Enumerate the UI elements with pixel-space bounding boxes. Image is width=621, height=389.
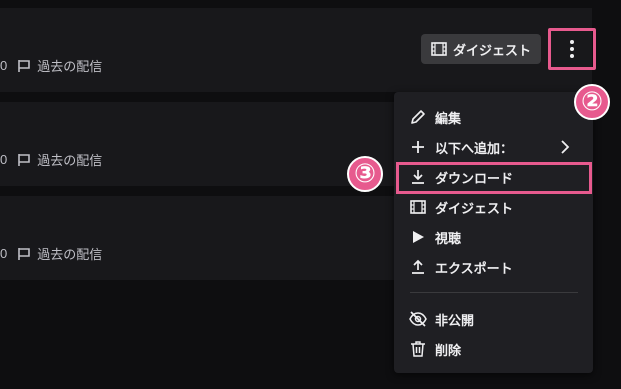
row-meta: 0 過去の配信 [0, 150, 102, 169]
menu-item-label: エクスポート [435, 260, 513, 276]
menu-item-add-to[interactable]: 以下へ追加： [394, 132, 593, 162]
video-row: 0 過去の配信 ダイジェスト [0, 8, 592, 92]
more-vertical-icon [570, 40, 574, 58]
pencil-icon [409, 108, 427, 126]
menu-item-delete[interactable]: 削除 [394, 334, 593, 364]
view-count: 0 [0, 152, 8, 167]
menu-item-edit[interactable]: 編集 [394, 102, 593, 132]
digest-button-label: ダイジェスト [452, 42, 531, 58]
upload-icon [409, 258, 427, 276]
trash-icon [409, 340, 427, 358]
menu-item-label: 以下へ追加： [435, 140, 514, 156]
eye-off-icon [409, 310, 427, 328]
menu-item-export[interactable]: エクスポート [394, 252, 593, 282]
row-meta: 0 過去の配信 [0, 56, 102, 75]
digest-button[interactable]: ダイジェスト [421, 34, 541, 64]
flag-icon [17, 153, 31, 167]
row-meta: 0 過去の配信 [0, 244, 102, 263]
menu-item-label: 削除 [435, 342, 462, 358]
more-options-button[interactable] [548, 28, 596, 70]
step-badge-2: ② [574, 84, 610, 120]
flag-icon [17, 247, 31, 261]
film-icon [409, 198, 427, 216]
download-highlight-box [396, 162, 592, 194]
plus-icon [409, 138, 427, 156]
menu-item-label: ダイジェスト [435, 200, 514, 216]
row-type-label: 過去の配信 [37, 247, 103, 262]
menu-item-label: 視聴 [435, 230, 462, 246]
flag-icon [17, 59, 31, 73]
row-type-label: 過去の配信 [37, 153, 103, 168]
menu-item-label: 非公開 [435, 312, 475, 328]
play-icon [409, 228, 427, 246]
menu-item-label: 編集 [435, 110, 462, 126]
menu-item-watch[interactable]: 視聴 [394, 222, 593, 252]
menu-item-digest[interactable]: ダイジェスト [394, 192, 593, 222]
menu-item-private[interactable]: 非公開 [394, 304, 593, 334]
step-badge-3: ③ [347, 156, 383, 192]
view-count: 0 [0, 246, 8, 261]
film-icon [431, 42, 447, 56]
chevron-right-icon [560, 140, 570, 154]
row-type-label: 過去の配信 [37, 59, 103, 74]
view-count: 0 [0, 58, 8, 73]
menu-divider [410, 292, 578, 293]
context-menu: 編集 以下へ追加： ダウンロード ダイジェスト 視聴 エクスポート 非公開 削除 [394, 92, 593, 373]
